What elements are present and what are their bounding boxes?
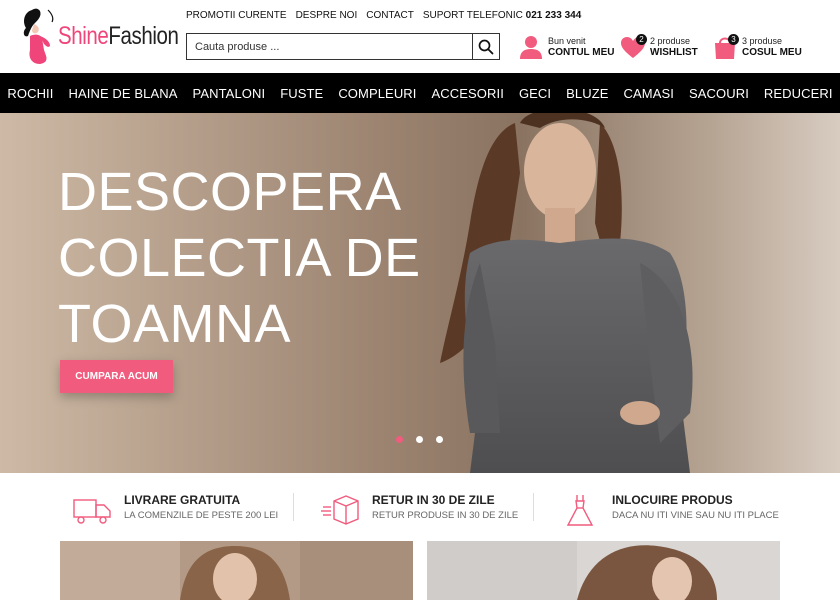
feature-subtitle: LA COMENZILE DE PESTE 200 LEI: [124, 510, 279, 521]
search-button[interactable]: [472, 34, 499, 59]
nav-item-sacouri[interactable]: SACOURI: [689, 86, 749, 101]
nav-item-pantaloni[interactable]: PANTALONI: [193, 86, 266, 101]
account-label: CONTUL MEU: [548, 47, 615, 58]
nav-item-compleuri[interactable]: COMPLEURI: [338, 86, 416, 101]
truck-icon: [73, 499, 111, 524]
nav-item-accesorii[interactable]: ACCESORII: [432, 86, 504, 101]
banner-model-image-right: [427, 541, 780, 600]
search-box: [186, 33, 500, 60]
feature-title: INLOCUIRE PRODUS: [612, 493, 733, 507]
wishlist-badge: 2: [636, 34, 647, 45]
nav-item-bluze[interactable]: BLUZE: [566, 86, 608, 101]
box-return-icon: [321, 495, 359, 525]
nav-item-haine-de-blana[interactable]: HAINE DE BLANA: [68, 86, 177, 101]
top-link-promotii[interactable]: PROMOTII CURENTE: [186, 10, 287, 21]
feature-return: RETUR IN 30 DE ZILE RETUR PRODUSE IN 30 …: [320, 493, 518, 527]
nav-item-camasi[interactable]: CAMASI: [624, 86, 674, 101]
hero-slider[interactable]: DESCOPERA COLECTIA DE TOAMNA CUMPARA ACU…: [0, 113, 840, 473]
nav-item-fuste[interactable]: FUSTE: [280, 86, 323, 101]
top-link-contact[interactable]: CONTACT: [366, 10, 414, 21]
phone-label: SUPORT TELEFONIC: [422, 10, 523, 21]
nav-item-geci[interactable]: GECI: [519, 86, 551, 101]
feature-title: RETUR IN 30 DE ZILE: [372, 493, 495, 507]
slider-dot-3[interactable]: [436, 436, 443, 443]
main-nav: ROCHII HAINE DE BLANA PANTALONI FUSTE CO…: [0, 73, 840, 113]
account-greeting: Bun venit: [548, 36, 586, 46]
nav-item-reduceri[interactable]: REDUCERI: [764, 86, 833, 101]
logo-shine-text: Shine: [58, 22, 109, 50]
feature-replace: INLOCUIRE PRODUS DACA NU ITI VINE SAU NU…: [560, 493, 779, 527]
top-links: PROMOTII CURENTE DESPRE NOI CONTACT SUPO…: [186, 10, 581, 21]
feature-divider: [293, 493, 294, 521]
feature-subtitle: RETUR PRODUSE IN 30 DE ZILE: [372, 510, 519, 521]
logo-fashion-text: Fashion: [108, 22, 179, 50]
feature-title: LIVRARE GRATUITA: [124, 493, 241, 507]
slider-dot-2[interactable]: [416, 436, 423, 443]
slider-dot-1[interactable]: [396, 436, 403, 443]
wishlist-label: WISHLIST: [650, 47, 698, 58]
feature-free-shipping: LIVRARE GRATUITA LA COMENZILE DE PESTE 2…: [72, 493, 278, 527]
hero-title-line-3: TOAMNA: [58, 294, 292, 354]
cart-count-text: 3 produse: [742, 36, 783, 46]
wishlist-count-text: 2 produse: [650, 36, 691, 46]
wishlist-link[interactable]: 2 2 produse WISHLIST: [620, 33, 698, 61]
slider-dots: [396, 436, 443, 443]
feature-subtitle: DACA NU ITI VINE SAU NU ITI PLACE: [612, 510, 779, 521]
phone-number: 021 233 344: [525, 10, 582, 21]
banner-model-image-left: [60, 541, 413, 600]
account-link[interactable]: Bun venit CONTUL MEU: [518, 33, 614, 61]
hero-title-line-1: DESCOPERA: [58, 162, 402, 222]
category-banner-left[interactable]: [60, 541, 413, 600]
search-icon: [478, 39, 494, 54]
category-banner-right[interactable]: [427, 541, 780, 600]
hero-title: DESCOPERA COLECTIA DE TOAMNA: [58, 159, 421, 357]
hero-title-line-2: COLECTIA DE: [58, 228, 421, 288]
site-header: ShineFashion PROMOTII CURENTE DESPRE NOI…: [0, 0, 840, 73]
cart-link[interactable]: 3 3 produse COSUL MEU: [712, 33, 802, 61]
user-icon: [520, 36, 542, 59]
phone-support[interactable]: SUPORT TELEFONIC 021 233 344: [423, 10, 581, 21]
top-link-despre[interactable]: DESPRE NOI: [296, 10, 358, 21]
cart-label: COSUL MEU: [742, 47, 802, 58]
feature-divider: [533, 493, 534, 521]
logo-woman-icon: [23, 8, 54, 64]
cart-badge: 3: [728, 34, 739, 45]
logo[interactable]: ShineFashion: [18, 6, 179, 66]
dress-icon: [566, 495, 594, 526]
nav-item-rochii[interactable]: ROCHII: [7, 86, 53, 101]
shop-now-button[interactable]: CUMPARA ACUM: [60, 360, 173, 393]
features-bar: LIVRARE GRATUITA LA COMENZILE DE PESTE 2…: [0, 473, 840, 541]
search-input[interactable]: [187, 34, 472, 59]
